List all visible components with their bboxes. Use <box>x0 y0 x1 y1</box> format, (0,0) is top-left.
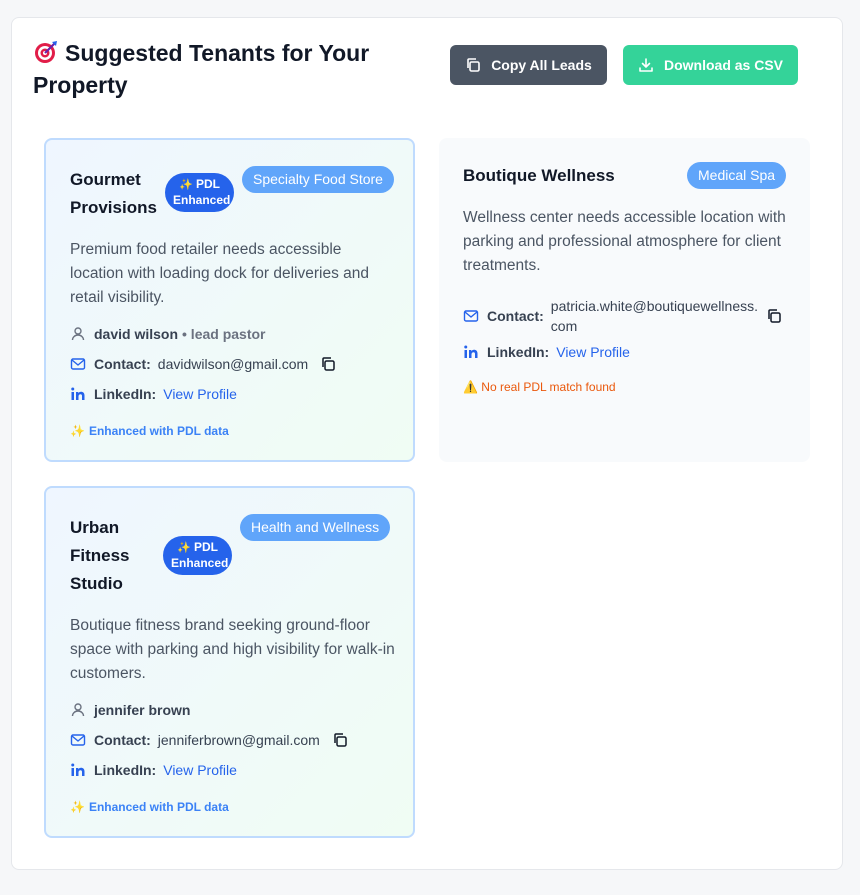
copy-email-icon[interactable] <box>766 308 782 324</box>
sparkle-icon: ✨ <box>178 179 193 191</box>
copy-email-icon[interactable] <box>320 356 336 372</box>
category-badge: Health and Wellness <box>240 514 391 541</box>
mail-icon <box>463 308 479 324</box>
contact-label: Contact: <box>94 732 151 748</box>
view-profile-link[interactable]: View Profile <box>556 344 630 360</box>
tenant-description: Boutique fitness brand seeking ground-fl… <box>70 617 395 682</box>
tenant-card: Urban Fitness Studio ✨ PDL Enhanced Healt… <box>44 486 415 838</box>
linkedin-icon <box>70 762 86 778</box>
enhanced-note: ✨ Enhanced with PDL data <box>70 800 229 814</box>
tenant-name: Gourmet Provisions <box>70 170 157 217</box>
category-badge: Specialty Food Store <box>242 166 394 193</box>
person-role: • lead pastor <box>182 326 266 342</box>
contact-label: Contact: <box>94 356 151 372</box>
tenant-card: Gourmet Provisions ✨ PDL Enhanced Special… <box>44 138 415 462</box>
linkedin-label: LinkedIn: <box>487 344 550 360</box>
no-match-warning: ⚠️ No real PDL match found <box>463 380 616 394</box>
user-icon <box>70 326 86 342</box>
contact-email: davidwilson@gmail.com <box>157 356 309 372</box>
person-name: jennifer brown <box>94 702 191 718</box>
contact-label: Contact: <box>487 308 544 324</box>
tenant-description: Wellness center needs accessible locatio… <box>463 209 786 274</box>
linkedin-row: LinkedIn: View Profile <box>463 344 630 360</box>
mail-icon <box>70 732 86 748</box>
page-title: Suggested Tenants for Your Property <box>33 39 370 98</box>
copy-all-leads-button[interactable]: Copy All Leads <box>450 45 607 85</box>
contact-row: Contact: jenniferbrown@gmail.com <box>70 732 348 748</box>
tenant-card: Boutique Wellness Medical Spa Wellness c… <box>439 138 810 462</box>
category-badge: Medical Spa <box>687 162 787 189</box>
linkedin-icon <box>463 344 479 360</box>
copy-icon <box>467 58 480 72</box>
contact-email: patricia.white@boutiquewellness. com <box>550 298 758 334</box>
linkedin-label: LinkedIn: <box>94 762 157 778</box>
contact-row: Contact: patricia.white@boutiquewellness… <box>463 296 782 336</box>
enhanced-note: ✨ Enhanced with PDL data <box>70 424 229 438</box>
warning-icon: ⚠️ <box>463 380 478 394</box>
linkedin-icon <box>70 386 86 402</box>
pdl-enhanced-badge: ✨ PDL Enhanced <box>165 173 234 212</box>
pdl-enhanced-badge: ✨ PDL Enhanced <box>163 536 232 575</box>
person-row: david wilson • lead pastor <box>70 326 266 342</box>
tenant-description: Premium food retailer needs accessible l… <box>70 241 369 306</box>
user-icon <box>70 702 86 718</box>
sparkle-icon: ✨ <box>176 542 191 554</box>
view-profile-link[interactable]: View Profile <box>163 762 237 778</box>
view-profile-link[interactable]: View Profile <box>163 386 237 402</box>
target-icon <box>33 39 59 65</box>
linkedin-label: LinkedIn: <box>94 386 157 402</box>
linkedin-row: LinkedIn: View Profile <box>70 386 237 402</box>
contact-email: jenniferbrown@gmail.com <box>157 732 320 748</box>
linkedin-row: LinkedIn: View Profile <box>70 762 237 778</box>
download-icon <box>639 58 653 72</box>
tenant-name: Urban Fitness Studio <box>70 518 130 593</box>
copy-email-icon[interactable] <box>332 732 348 748</box>
mail-icon <box>70 356 86 372</box>
person-row: jennifer brown <box>70 702 197 718</box>
person-name: david wilson <box>94 326 179 342</box>
sparkle-icon: ✨ <box>70 424 85 438</box>
contact-row: Contact: davidwilson@gmail.com <box>70 356 336 372</box>
tenant-name: Boutique Wellness <box>463 166 615 185</box>
download-csv-button[interactable]: Download as CSV <box>623 45 798 85</box>
sparkle-icon: ✨ <box>70 800 85 814</box>
